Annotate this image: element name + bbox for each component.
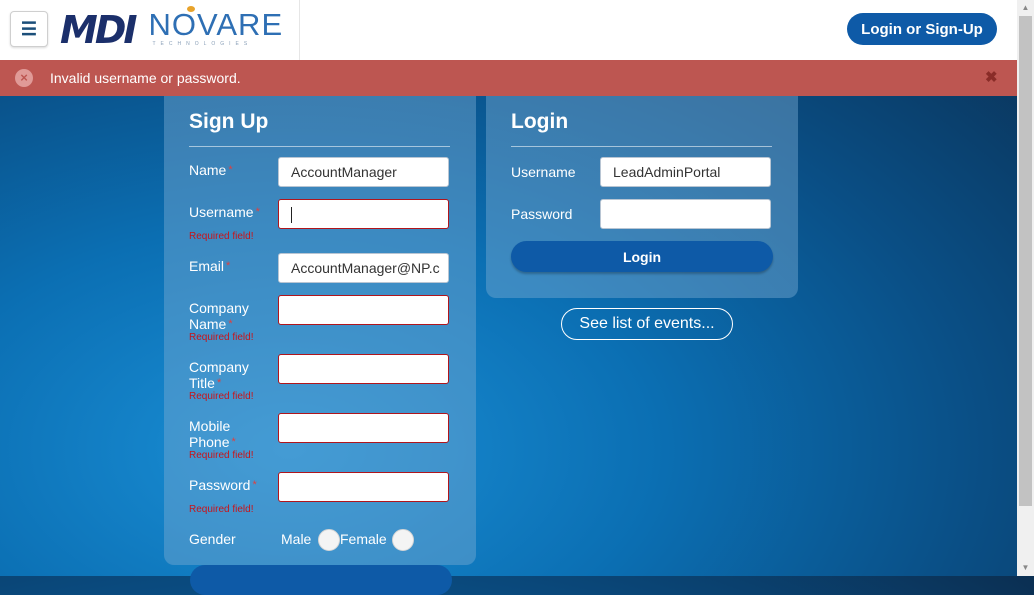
mobile-phone-required: Required field!	[189, 450, 254, 461]
mobile-phone-field[interactable]	[278, 413, 449, 443]
password-required: Required field!	[189, 504, 254, 515]
header-divider	[299, 0, 300, 60]
alert-message: Invalid username or password.	[50, 70, 241, 86]
gender-female-label: Female	[340, 531, 387, 547]
login-username-label: Username	[511, 164, 576, 180]
error-alert: × Invalid username or password. ✖	[0, 60, 1017, 96]
login-or-signup-button[interactable]: Login or Sign-Up	[847, 13, 997, 45]
name-field[interactable]: AccountManager	[278, 157, 449, 187]
password-field[interactable]	[278, 472, 449, 502]
vertical-scrollbar[interactable]: ▲ ▼	[1017, 0, 1034, 576]
login-password-field[interactable]	[600, 199, 771, 229]
logo-novare: NOVARE TECHNOLOGIES	[148, 5, 284, 47]
username-required: Required field!	[189, 231, 254, 242]
signup-title: Sign Up	[189, 110, 269, 133]
close-icon[interactable]: ✖	[985, 68, 998, 86]
login-submit-button[interactable]: Login	[511, 241, 773, 272]
top-header: ☰ MDI NOVARE TECHNOLOGIES Login or Sign-…	[0, 0, 1017, 61]
email-label: Email *	[189, 258, 231, 274]
signup-divider	[189, 146, 450, 147]
scroll-up-icon[interactable]: ▲	[1017, 0, 1034, 16]
email-field[interactable]: AccountManager@NP.c	[278, 253, 449, 283]
username-field[interactable]	[278, 199, 449, 229]
company-title-required: Required field!	[189, 391, 254, 402]
scroll-down-icon[interactable]: ▼	[1017, 560, 1034, 576]
login-panel: Login Username LeadAdminPortal Password …	[486, 96, 798, 298]
name-label: Name *	[189, 162, 233, 178]
mobile-phone-label: Mobile Phone *	[189, 418, 236, 450]
gender-male-radio[interactable]	[318, 529, 340, 551]
error-circle-icon: ×	[15, 69, 33, 87]
see-events-button[interactable]: See list of events...	[561, 308, 733, 340]
company-name-label: Company Name *	[189, 300, 249, 332]
password-label: Password *	[189, 477, 257, 493]
company-title-label: Company Title *	[189, 359, 249, 391]
login-divider	[511, 146, 772, 147]
gender-male-label: Male	[281, 531, 312, 547]
signup-submit-button[interactable]	[190, 565, 452, 595]
text-caret	[291, 207, 292, 224]
company-name-required: Required field!	[189, 332, 254, 343]
gender-female-radio[interactable]	[392, 529, 414, 551]
signup-panel: Sign Up Name * AccountManager Username * R…	[164, 96, 476, 565]
company-title-field[interactable]	[278, 354, 449, 384]
hamburger-icon: ☰	[20, 18, 38, 39]
username-label: Username *	[189, 204, 260, 220]
logo-novare-text: NOVARE	[148, 6, 284, 42]
company-name-field[interactable]	[278, 295, 449, 325]
gender-label: Gender	[189, 531, 236, 547]
login-password-label: Password	[511, 206, 573, 222]
logo-mdi: MDI	[60, 8, 137, 52]
scroll-thumb[interactable]	[1019, 16, 1032, 506]
login-title: Login	[511, 110, 569, 133]
logo-dot-icon	[186, 5, 195, 12]
logo[interactable]: MDI NOVARE TECHNOLOGIES	[60, 5, 284, 52]
menu-button[interactable]: ☰	[10, 11, 48, 47]
login-username-field[interactable]: LeadAdminPortal	[600, 157, 771, 187]
